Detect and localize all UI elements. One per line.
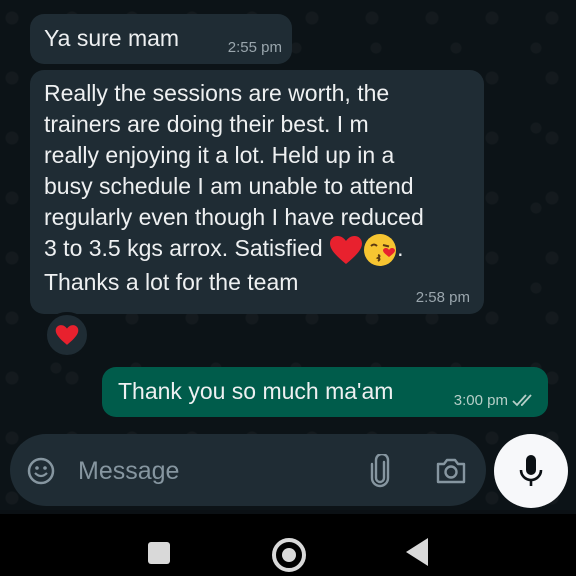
face-blowing-kiss-emoji-icon [364,234,397,266]
attach-icon[interactable] [368,454,392,488]
reaction-badge[interactable] [44,312,90,358]
message-input[interactable] [76,450,350,492]
emoji-icon[interactable] [26,456,56,486]
message-composer [10,434,486,506]
message-line: really enjoying it a lot. Held up in a [44,142,395,168]
message-text: Ya sure mam [44,25,180,51]
message-line: Thanks a lot for the team [44,269,299,295]
message-time: 2:55 pm [227,39,282,56]
message-line: Really the sessions are worth, the [44,80,390,106]
mic-button[interactable] [494,434,568,508]
camera-icon[interactable] [434,456,468,486]
message-line: busy schedule I am unable to attend [44,173,414,199]
message-line: 3 to 3.5 kgs arrox. Satisfied [44,235,323,262]
red-heart-reaction-icon [55,325,79,345]
nav-recents-icon[interactable] [148,542,170,564]
message-line: regularly even though I have reduced [44,204,424,230]
message-bubble-incoming[interactable]: Ya sure mam 2:55 pm [30,14,292,64]
nav-home-icon[interactable] [272,538,306,572]
message-time: 3:00 pm [453,392,508,409]
message-text: Thank you so much ma'am [118,378,394,404]
system-nav-bar [0,514,576,576]
message-time: 2:58 pm [415,289,470,306]
message-bubble-incoming[interactable]: Really the sessions are worth, the train… [30,70,484,314]
message-text: Really the sessions are worth, the train… [44,78,469,298]
nav-back-icon[interactable] [406,538,428,566]
message-bubble-outgoing[interactable]: Thank you so much ma'am 3:00 pm [102,367,548,417]
message-line: trainers are doing their best. I m [44,111,369,137]
red-heart-emoji-icon [330,236,363,264]
message-punctuation: . [397,235,404,262]
mic-icon [519,455,543,486]
double-tick-icon [512,394,532,407]
